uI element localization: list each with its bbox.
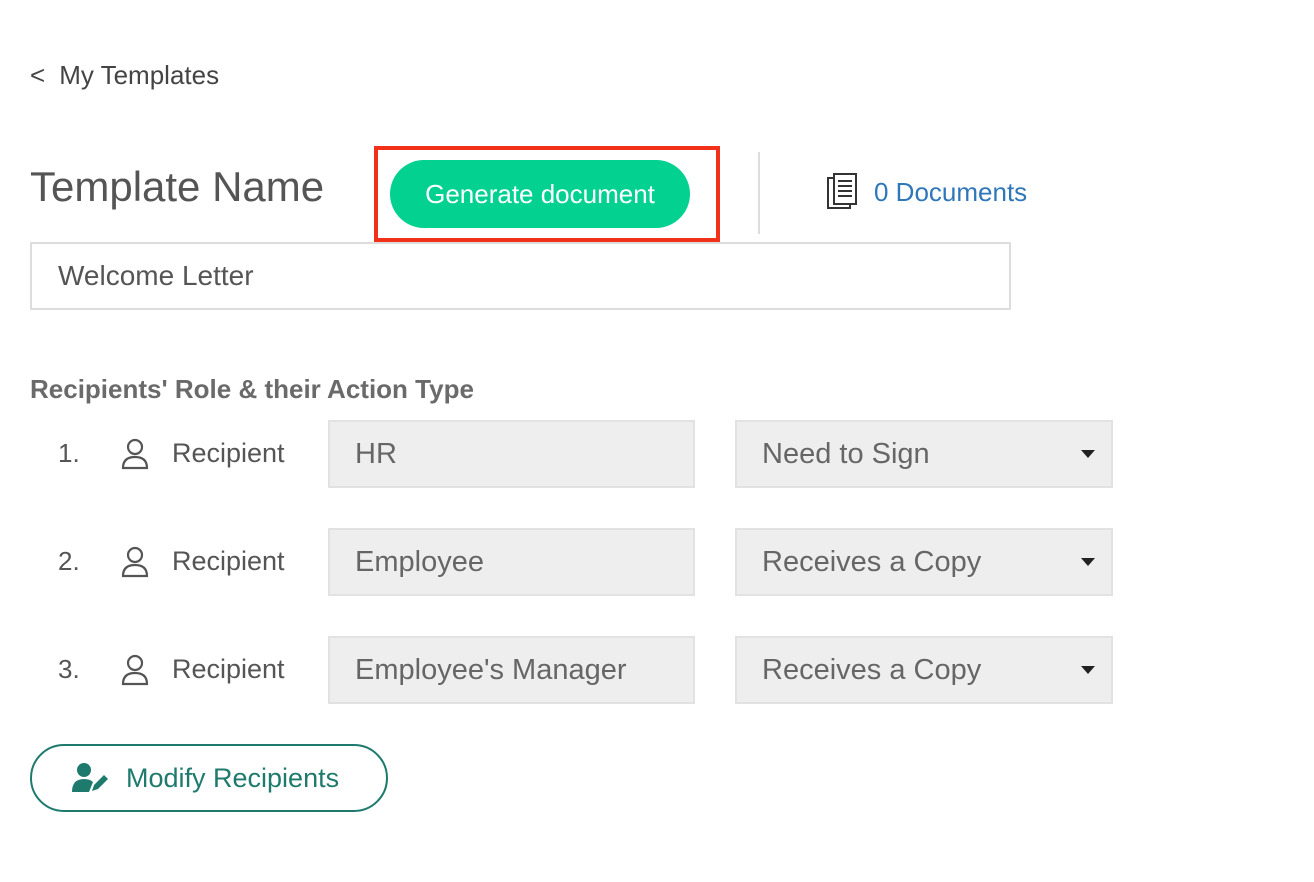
recipient-row: 3. Recipient Employee's Manager Receives…: [0, 636, 1200, 704]
recipient-label: Recipient: [172, 654, 285, 684]
modify-recipients-label: Modify Recipients: [126, 762, 340, 793]
generate-document-button[interactable]: Generate document: [390, 160, 690, 228]
recipient-row: 1. Recipient HR Need to Sign: [0, 420, 1200, 488]
template-name-input[interactable]: [30, 242, 1011, 310]
recipient-role-input[interactable]: HR: [328, 420, 695, 488]
person-outline-icon: [121, 546, 149, 578]
caret-down-icon: [1081, 558, 1095, 566]
recipient-role-input[interactable]: Employee: [328, 528, 695, 596]
person-outline-icon: [121, 654, 149, 686]
modify-recipients-button[interactable]: Modify Recipients: [30, 744, 388, 812]
action-type-select[interactable]: Need to Sign: [735, 420, 1113, 488]
recipient-role-input[interactable]: Employee's Manager: [328, 636, 695, 704]
recipient-number: 1.: [58, 438, 80, 468]
header-divider: [758, 152, 760, 234]
recipient-label: Recipient: [172, 438, 285, 468]
recipients-section-heading: Recipients' Role & their Action Type: [30, 374, 474, 404]
recipient-label: Recipient: [172, 546, 285, 576]
back-link-label: My Templates: [59, 60, 220, 90]
action-type-value: Receives a Copy: [762, 653, 982, 686]
chevron-left-icon: <: [30, 60, 46, 90]
recipient-row: 2. Recipient Employee Receives a Copy: [0, 528, 1200, 596]
action-type-value: Need to Sign: [762, 437, 930, 470]
recipient-number: 2.: [58, 546, 80, 576]
person-outline-icon: [121, 438, 149, 470]
action-type-select[interactable]: Receives a Copy: [735, 528, 1113, 596]
user-edit-icon: [72, 763, 108, 792]
page-title: Template Name: [30, 163, 325, 210]
back-to-my-templates-link[interactable]: < My Templates: [30, 60, 219, 91]
caret-down-icon: [1081, 450, 1095, 458]
action-type-value: Receives a Copy: [762, 545, 982, 578]
action-type-select[interactable]: Receives a Copy: [735, 636, 1113, 704]
documents-link[interactable]: 0 Documents: [826, 172, 1027, 212]
recipient-number: 3.: [58, 654, 80, 684]
caret-down-icon: [1081, 666, 1095, 674]
documents-count-label: 0 Documents: [874, 176, 1028, 207]
document-stack-icon: [827, 173, 857, 209]
